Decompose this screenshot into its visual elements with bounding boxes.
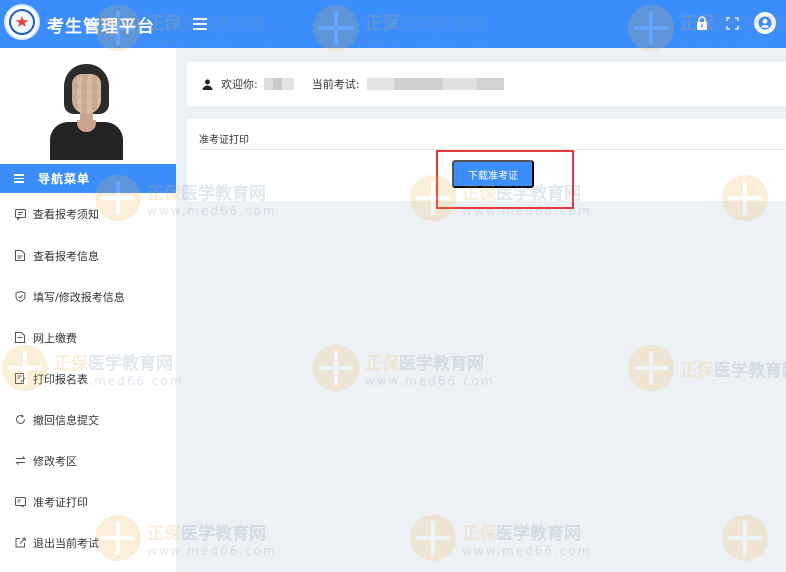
shield-check-icon	[14, 291, 26, 303]
payment-icon	[14, 332, 26, 344]
logo	[4, 4, 40, 40]
candidate-name-redacted	[263, 78, 294, 90]
welcome-label: 欢迎你:	[221, 78, 258, 91]
card-title: 准考证打印	[199, 135, 249, 146]
exit-icon	[14, 537, 26, 549]
admission-card-icon	[14, 496, 26, 508]
sidebar-item-admission-print[interactable]: 准考证打印	[0, 481, 176, 522]
fullscreen-icon[interactable]	[724, 13, 740, 33]
nav-list: 查看报考须知 查看报考信息 填写/修改报考信息 网上缴费 打印报名表 撤回信息提…	[0, 193, 176, 563]
sidebar-item-label: 网上缴费	[33, 331, 77, 345]
sidebar-item-label: 查看报考须知	[33, 208, 99, 221]
user-avatar-icon[interactable]	[754, 12, 776, 34]
nav-menu-title: 导航菜单	[38, 172, 91, 186]
watermark-brand: 正保	[462, 523, 496, 544]
welcome-card: 欢迎你: 当前考试:	[187, 62, 786, 106]
user-icon	[201, 78, 213, 90]
watermark-brand: 医学教育网	[714, 360, 786, 381]
watermark: 正保医学教育网www.med66.com	[313, 345, 495, 391]
sidebar-item-label: 退出当前考试	[33, 536, 99, 550]
app-title: 考生管理平台	[47, 17, 155, 37]
sidebar-item-change-area[interactable]: 修改考区	[0, 440, 176, 481]
sidebar-item-label: 填写/修改报考信息	[33, 290, 125, 304]
watermark-logo-icon	[628, 345, 674, 391]
swap-icon	[14, 455, 26, 467]
watermark-brand: 医学教育网	[399, 353, 484, 374]
top-toolbar	[694, 12, 776, 34]
logo-emblem	[9, 9, 35, 35]
watermark-brand: 正保	[680, 360, 714, 381]
sidebar-item-edit-info[interactable]: 填写/修改报考信息	[0, 276, 176, 317]
watermark	[722, 515, 768, 561]
watermark-url: www.med66.com	[365, 373, 495, 388]
watermark-brand: 正保	[365, 353, 399, 374]
sidebar-item-label: 撤回信息提交	[33, 413, 99, 427]
watermark-logo-icon	[410, 515, 456, 561]
undo-icon	[14, 414, 26, 426]
current-exam-label: 当前考试:	[311, 78, 360, 91]
sidebar-item-label: 修改考区	[33, 454, 77, 468]
notice-icon	[14, 208, 26, 220]
sidebar-item-exit-exam[interactable]: 退出当前考试	[0, 522, 176, 563]
watermark: 正保医学教育网www.med66.com	[410, 515, 592, 561]
lock-icon[interactable]	[694, 13, 710, 33]
watermark-logo-icon	[313, 345, 359, 391]
watermark-brand: 医学教育网	[181, 523, 266, 544]
current-exam-redacted	[367, 78, 505, 90]
sidebar-item-payment[interactable]: 网上缴费	[0, 317, 176, 358]
nav-menu-header: 导航菜单	[0, 164, 176, 193]
print-form-icon	[14, 373, 26, 385]
sidebar-item-label: 查看报考信息	[33, 249, 99, 263]
sidebar-item-view-info[interactable]: 查看报考信息	[0, 235, 176, 276]
top-bar: 考生管理平台	[0, 0, 786, 48]
sidebar-item-withdraw[interactable]: 撤回信息提交	[0, 399, 176, 440]
candidate-photo	[45, 60, 128, 160]
sidebar: 导航菜单 查看报考须知 查看报考信息 填写/修改报考信息 网上缴费 打印报名表 …	[0, 48, 176, 572]
sidebar-item-label: 打印报名表	[33, 372, 88, 386]
watermark-brand: 医学教育网	[496, 523, 581, 544]
list-icon	[14, 174, 26, 183]
watermark-logo-icon	[722, 515, 768, 561]
highlight-annotation	[436, 150, 574, 209]
sidebar-item-view-notice[interactable]: 查看报考须知	[0, 193, 176, 235]
watermark-url: www.med66.com	[462, 543, 592, 558]
document-icon	[14, 250, 26, 262]
menu-toggle-icon[interactable]	[193, 14, 211, 34]
watermark: 正保医学教育网	[628, 345, 786, 391]
sidebar-item-print-form[interactable]: 打印报名表	[0, 358, 176, 399]
sidebar-item-label: 准考证打印	[33, 495, 88, 509]
